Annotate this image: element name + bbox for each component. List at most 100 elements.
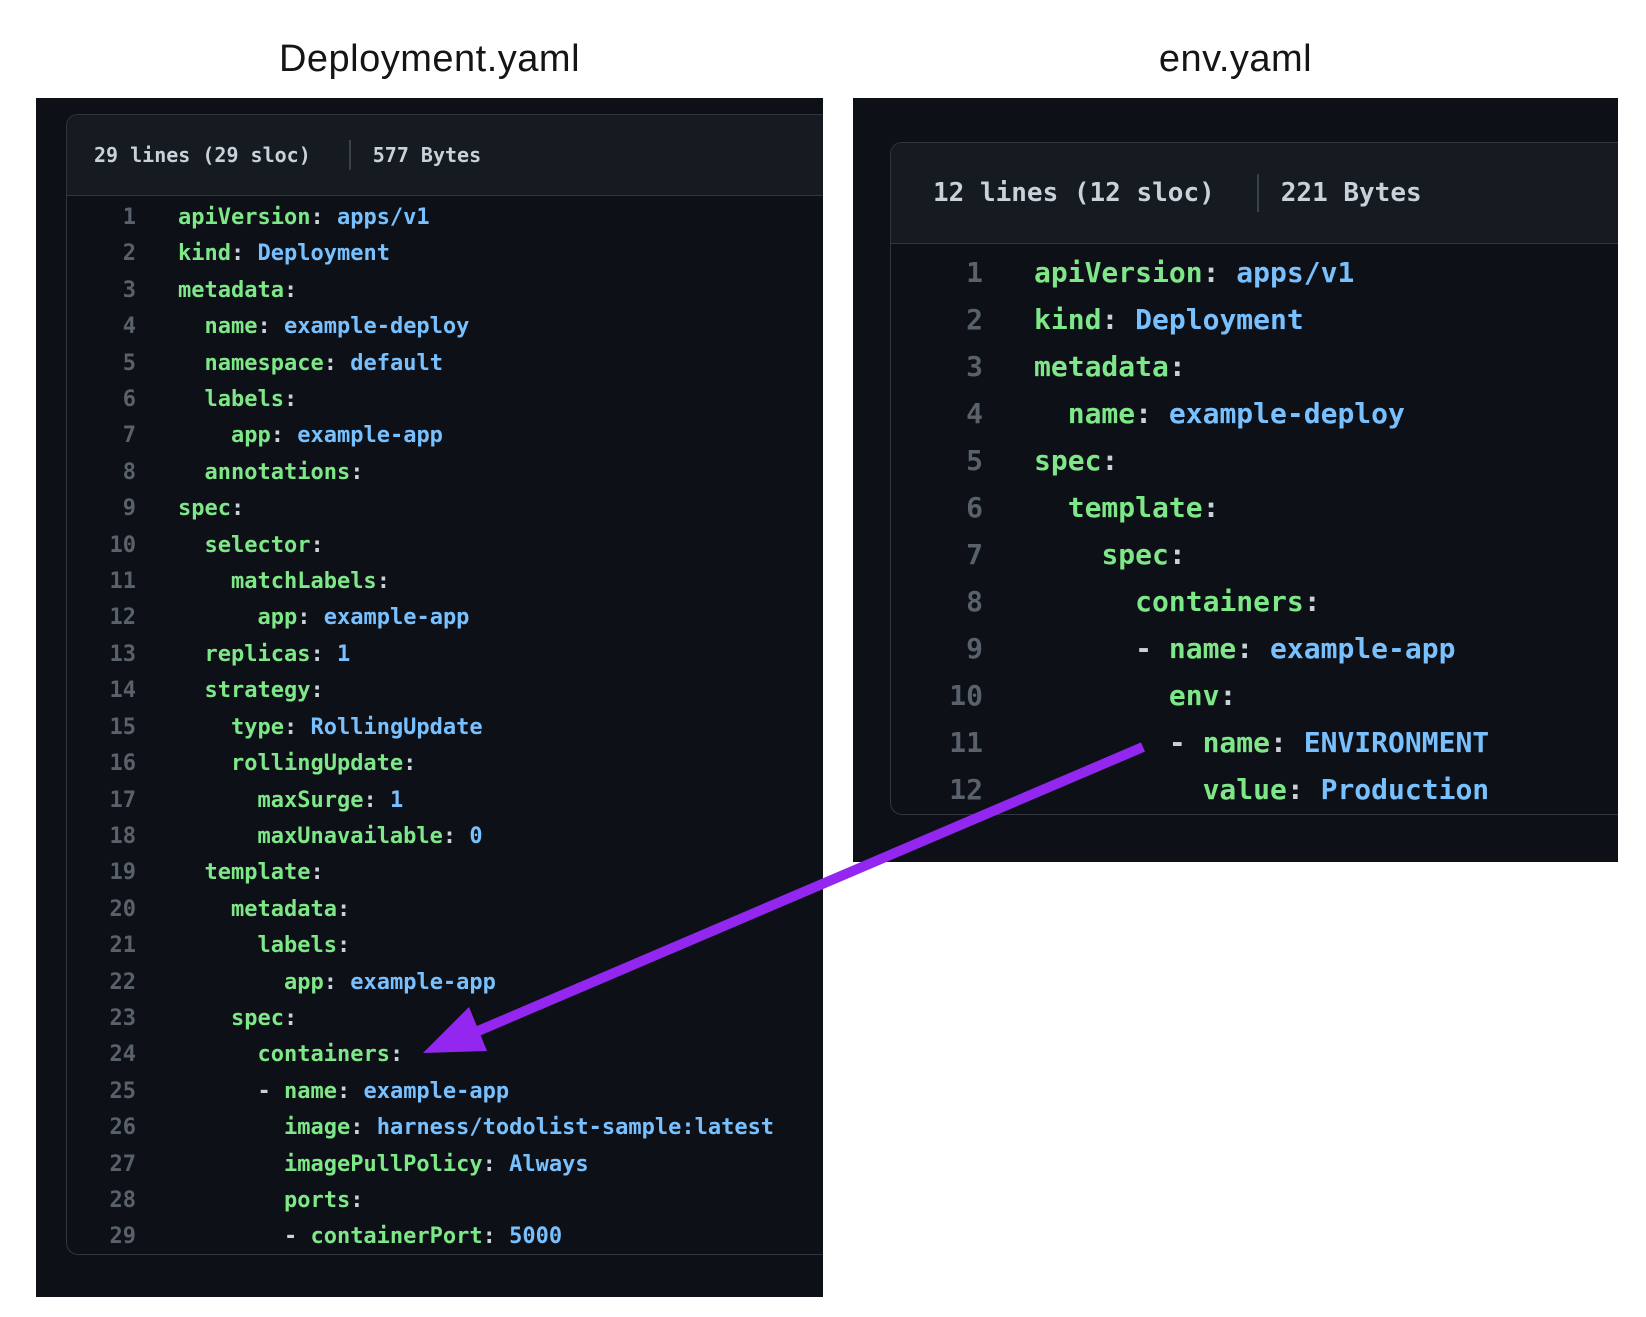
line-number[interactable]: 1: [891, 249, 983, 296]
code-text: type: RollingUpdate: [178, 710, 483, 746]
code-line: 8 containers:: [891, 578, 1618, 625]
line-number[interactable]: 8: [891, 578, 983, 625]
code-text: template:: [1034, 484, 1219, 531]
line-number[interactable]: 29: [67, 1219, 136, 1255]
code-line: 27 imagePullPolicy: Always: [67, 1147, 823, 1183]
code-line: 7 spec:: [891, 531, 1618, 578]
code-line: 3 metadata:: [67, 273, 823, 309]
code-text: spec:: [1034, 437, 1118, 484]
code-line: 5 spec:: [891, 437, 1618, 484]
line-count-label: 29 lines (29 sloc): [94, 143, 311, 167]
line-number[interactable]: 3: [891, 343, 983, 390]
line-number[interactable]: 10: [891, 672, 983, 719]
code-text: apiVersion: apps/v1: [1034, 249, 1354, 296]
deployment-yaml-code: 1apiVersion: apps/v12kind: Deployment3 me…: [67, 196, 823, 1255]
code-text: env:: [1034, 672, 1236, 719]
code-line: 19 template:: [67, 855, 823, 891]
line-number[interactable]: 16: [67, 746, 136, 782]
env-yaml-code: 1 apiVersion: apps/v1 2 kind: Deployment3me…: [891, 244, 1618, 813]
code-text: - name: example-app: [178, 1074, 509, 1110]
line-number[interactable]: 26: [67, 1110, 136, 1146]
line-number[interactable]: 6: [67, 382, 136, 418]
line-number[interactable]: 12: [67, 600, 136, 636]
line-number[interactable]: 23: [67, 1001, 136, 1037]
code-text: maxSurge: 1: [178, 783, 403, 819]
code-text: rollingUpdate:: [178, 746, 416, 782]
code-line: 11 matchLabels:: [67, 564, 823, 600]
line-number[interactable]: 2: [891, 296, 983, 343]
code-line: 4 name: example-deploy: [891, 390, 1618, 437]
line-number[interactable]: 19: [67, 855, 136, 891]
line-number[interactable]: 11: [891, 719, 983, 766]
code-text: annotations:: [178, 455, 363, 491]
line-number[interactable]: 8: [67, 455, 136, 491]
code-line: 3metadata:: [891, 343, 1618, 390]
code-text: template:: [178, 855, 324, 891]
line-number[interactable]: 1: [67, 200, 136, 236]
line-number[interactable]: 3: [67, 273, 136, 309]
env-yaml-file-view: 12 lines (12 sloc) 221 Bytes 1apiVersion…: [890, 142, 1618, 815]
line-number[interactable]: 2: [67, 236, 136, 272]
page: { "titles": { "left": "Deployment.yaml",…: [0, 0, 1646, 1317]
line-number[interactable]: 17: [67, 783, 136, 819]
line-number[interactable]: 25: [67, 1074, 136, 1110]
code-line: 1apiVersion: apps/v1: [67, 200, 823, 236]
line-number[interactable]: 5: [891, 437, 983, 484]
code-line: 26 image: harness/todolist-sample:latest: [67, 1110, 823, 1146]
deployment-yaml-file-view: 29 lines (29 sloc) 577 Bytes 1apiVersion…: [66, 114, 823, 1255]
code-line: 25 - name: example-app: [67, 1074, 823, 1110]
line-number[interactable]: 5: [67, 346, 136, 382]
code-text: kind: Deployment: [1034, 296, 1304, 343]
line-number[interactable]: 21: [67, 928, 136, 964]
line-number[interactable]: 4: [67, 309, 136, 345]
code-text: value: Production: [1034, 766, 1489, 813]
line-number[interactable]: 9: [67, 491, 136, 527]
line-number[interactable]: 14: [67, 673, 136, 709]
code-line: 12 app: example-app: [67, 600, 823, 636]
line-number[interactable]: 7: [891, 531, 983, 578]
code-text: containers:: [178, 1037, 403, 1073]
line-number[interactable]: 15: [67, 710, 136, 746]
header-divider: [349, 140, 351, 170]
code-text: name: example-deploy: [178, 309, 469, 345]
code-line: 14 strategy:: [67, 673, 823, 709]
line-number[interactable]: 12: [891, 766, 983, 813]
line-number[interactable]: 13: [67, 637, 136, 673]
code-line: 4 name: example-deploy: [67, 309, 823, 345]
line-number[interactable]: 24: [67, 1037, 136, 1073]
code-line: 17 maxSurge: 1: [67, 783, 823, 819]
line-number[interactable]: 7: [67, 418, 136, 454]
code-text: spec:: [1034, 531, 1186, 578]
line-number[interactable]: 10: [67, 528, 136, 564]
code-line: 2kind: Deployment: [67, 236, 823, 272]
code-line: 6 template:: [891, 484, 1618, 531]
code-text: app: example-app: [178, 418, 443, 454]
code-line: 24 containers:: [67, 1037, 823, 1073]
line-number[interactable]: 28: [67, 1183, 136, 1219]
code-text: name: example-deploy: [1034, 390, 1405, 437]
line-number[interactable]: 27: [67, 1147, 136, 1183]
code-text: selector:: [178, 528, 324, 564]
code-text: metadata:: [178, 273, 297, 309]
line-number[interactable]: 20: [67, 892, 136, 928]
line-number[interactable]: 4: [891, 390, 983, 437]
line-number[interactable]: 6: [891, 484, 983, 531]
code-text: replicas: 1: [178, 637, 350, 673]
code-line: 23 spec:: [67, 1001, 823, 1037]
line-number[interactable]: 22: [67, 965, 136, 1001]
left-file-title: Deployment.yaml: [36, 38, 823, 81]
code-text: maxUnavailable: 0: [178, 819, 483, 855]
line-number[interactable]: 9: [891, 625, 983, 672]
code-text: imagePullPolicy: Always: [178, 1147, 589, 1183]
code-line: 12 value: Production: [891, 766, 1618, 813]
line-number[interactable]: 18: [67, 819, 136, 855]
line-number[interactable]: 11: [67, 564, 136, 600]
file-size-label: 577 Bytes: [373, 143, 481, 167]
header-divider: [1257, 174, 1259, 212]
file-size-label: 221 Bytes: [1281, 178, 1422, 208]
code-text: containers:: [1034, 578, 1321, 625]
code-text: metadata:: [178, 892, 350, 928]
code-text: strategy:: [178, 673, 324, 709]
code-text: app: example-app: [178, 965, 496, 1001]
code-text: matchLabels:: [178, 564, 390, 600]
